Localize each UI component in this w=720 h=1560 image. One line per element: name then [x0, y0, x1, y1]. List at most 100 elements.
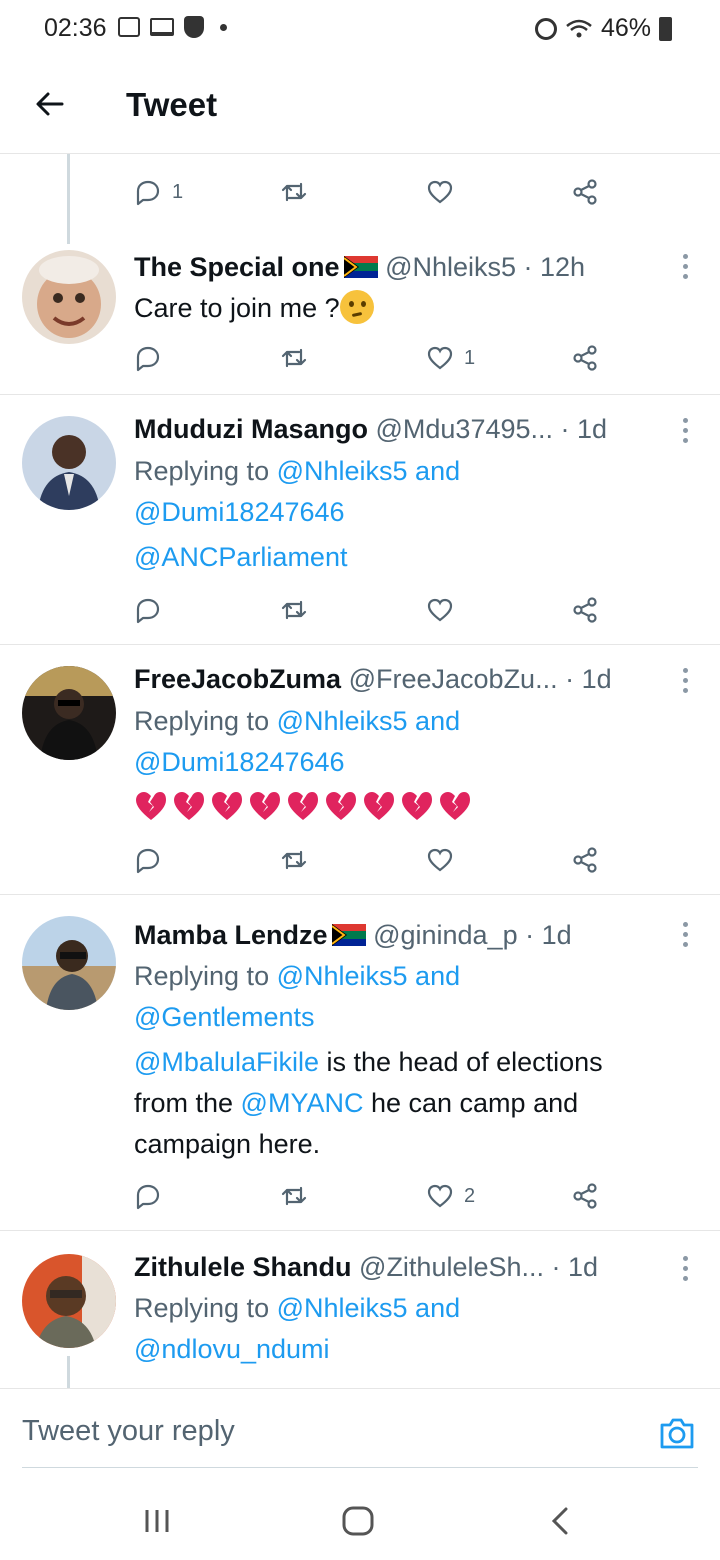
reply-input[interactable]: Tweet your reply: [22, 1415, 235, 1448]
more-options-icon[interactable]: [682, 254, 690, 280]
recent-apps-icon[interactable]: [140, 1504, 174, 1538]
more-options-icon[interactable]: [682, 668, 690, 694]
reply-composer: Tweet your reply: [0, 1388, 720, 1480]
display-name: Mduduzi Masango: [134, 414, 368, 444]
retweet-button[interactable]: [280, 338, 308, 378]
mention-link[interactable]: @Dumi18247646: [134, 497, 345, 527]
handle-and-time: @Mdu37495... · 1d: [375, 414, 608, 444]
tweet-text: @ANCParliament: [134, 537, 694, 578]
divider: [0, 894, 720, 895]
more-options-icon[interactable]: [682, 418, 690, 444]
handle-and-time: @ZithuleleSh... · 1d: [359, 1252, 599, 1282]
broken-heart-icon: [402, 792, 432, 820]
reply-button[interactable]: [134, 1176, 162, 1216]
tweet-text-part: campaign here.: [134, 1129, 321, 1159]
shield-icon: [184, 16, 204, 38]
back-arrow-icon[interactable]: [34, 88, 66, 120]
share-button[interactable]: [572, 338, 600, 378]
reply-input-underline: [22, 1467, 698, 1468]
avatar[interactable]: [22, 666, 116, 760]
home-icon[interactable]: [341, 1504, 375, 1538]
heart-icon: [427, 848, 453, 872]
avatar-image: [22, 416, 116, 510]
more-options-icon[interactable]: [682, 1256, 690, 1282]
heart-icon: [427, 1184, 453, 1208]
avatar[interactable]: [22, 416, 116, 510]
replying-to: Replying to @Nhleiks5 and @Dumi18247646: [134, 701, 694, 783]
status-bar: 02:36 46%: [0, 0, 720, 58]
divider: [0, 394, 720, 395]
share-icon: [573, 597, 597, 623]
retweet-button[interactable]: [280, 172, 308, 212]
back-icon[interactable]: [544, 1504, 578, 1538]
avatar-image: [22, 916, 116, 1010]
south-africa-flag-icon: [343, 256, 378, 278]
mention-link[interactable]: @MYANC: [241, 1088, 364, 1118]
mention-link[interactable]: @ANCParliament: [134, 542, 347, 572]
like-count: 2: [464, 1184, 476, 1207]
status-notification-icons: [118, 16, 227, 38]
reply-icon: [136, 180, 160, 206]
camera-icon[interactable]: [658, 1415, 696, 1451]
like-button[interactable]: 2: [426, 1176, 475, 1216]
thread-connector-line: [67, 1356, 70, 1388]
reply-button[interactable]: [134, 840, 162, 880]
broken-heart-icon: [212, 792, 242, 820]
share-button[interactable]: [572, 1176, 600, 1216]
tweet-actions: [134, 840, 614, 880]
system-navigation-bar: [0, 1480, 720, 1560]
retweet-button[interactable]: [280, 1176, 308, 1216]
like-button[interactable]: 1: [426, 338, 475, 378]
tweet-author[interactable]: The Special one @Nhleiks5 · 12h: [134, 250, 585, 284]
mention-link[interactable]: @Nhleiks5 and: [277, 706, 461, 736]
mention-link[interactable]: @Nhleiks5 and: [277, 961, 461, 991]
reply-button[interactable]: [134, 590, 162, 630]
tweet-author[interactable]: Mduduzi Masango @Mdu37495... · 1d: [134, 412, 607, 446]
reply-count: 1: [172, 180, 184, 203]
display-name: FreeJacobZuma: [134, 664, 342, 694]
replying-prefix: Replying to: [134, 706, 277, 736]
share-icon: [573, 345, 597, 371]
avatar-image: [22, 1254, 116, 1348]
like-button[interactable]: [426, 590, 454, 630]
mention-link[interactable]: @Nhleiks5 and: [277, 456, 461, 486]
avatar[interactable]: [22, 1254, 116, 1348]
display-name: Mamba Lendze: [134, 920, 328, 950]
retweet-button[interactable]: [280, 590, 308, 630]
like-button[interactable]: [426, 840, 454, 880]
mention-link[interactable]: @Gentlements: [134, 1002, 314, 1032]
tweet-author[interactable]: FreeJacobZuma @FreeJacobZu... · 1d: [134, 662, 612, 696]
avatar[interactable]: [22, 916, 116, 1010]
retweet-button[interactable]: [280, 840, 308, 880]
status-system-icons: 46%: [534, 14, 672, 43]
retweet-icon: [281, 348, 307, 368]
reply-icon: [136, 346, 160, 372]
heart-icon: [427, 346, 453, 370]
tweet-text-part: from the: [134, 1088, 241, 1118]
mention-link[interactable]: @Dumi18247646: [134, 747, 345, 777]
alarm-icon: [534, 17, 557, 40]
replying-prefix: Replying to: [134, 961, 277, 991]
reply-button[interactable]: 1: [134, 172, 183, 212]
reply-button[interactable]: [134, 338, 162, 378]
retweet-icon: [281, 1186, 307, 1206]
retweet-icon: [281, 600, 307, 620]
share-button[interactable]: [572, 840, 600, 880]
mention-link[interactable]: @MbalulaFikile: [134, 1047, 319, 1077]
tweet-author[interactable]: Zithulele Shandu @ZithuleleSh... · 1d: [134, 1250, 598, 1284]
more-options-icon[interactable]: [682, 922, 690, 948]
tweet-author[interactable]: Mamba Lendze @gininda_p · 1d: [134, 918, 572, 952]
share-icon: [573, 1183, 597, 1209]
share-button[interactable]: [572, 590, 600, 630]
south-africa-flag-icon: [331, 924, 366, 946]
like-button[interactable]: [426, 172, 454, 212]
page-title: Tweet: [126, 86, 218, 123]
tweet-actions: [134, 590, 614, 630]
battery-percent: 46%: [600, 14, 651, 42]
broken-heart-icon: [136, 792, 166, 820]
avatar[interactable]: [22, 250, 116, 344]
mention-link[interactable]: @Nhleiks5 and: [277, 1293, 461, 1323]
share-button[interactable]: [572, 172, 600, 212]
mention-link[interactable]: @ndlovu_ndumi: [134, 1334, 330, 1364]
handle-and-time: @Nhleiks5 · 12h: [385, 252, 586, 282]
